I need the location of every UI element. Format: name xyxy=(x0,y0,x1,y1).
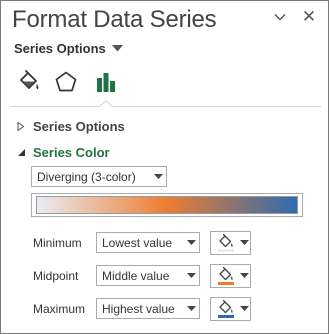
maximum-color-picker[interactable] xyxy=(210,297,251,321)
color-type-value: Diverging (3-color) xyxy=(37,169,136,184)
maximum-label: Maximum xyxy=(33,302,86,316)
chevron-down-icon xyxy=(274,13,286,21)
gradient-preview xyxy=(31,193,303,217)
chevron-down-icon xyxy=(150,173,166,180)
chevron-down-icon xyxy=(240,273,249,279)
format-data-series-pane: Format Data Series ✕ Series Options Seri… xyxy=(0,0,329,334)
chevron-down-icon xyxy=(183,305,199,312)
expand-arrow-icon xyxy=(17,122,29,131)
tab-series-options[interactable] xyxy=(89,65,123,99)
collapse-arrow-icon xyxy=(17,148,29,157)
maximum-value: Highest value xyxy=(102,301,175,316)
section-series-options[interactable]: Series Options xyxy=(17,119,125,134)
color-type-select[interactable]: Diverging (3-color) xyxy=(31,166,167,187)
tab-fill-line[interactable] xyxy=(13,65,47,99)
chevron-down-icon xyxy=(240,306,249,312)
midpoint-color-picker[interactable] xyxy=(210,264,251,288)
section-series-color[interactable]: Series Color xyxy=(17,145,110,160)
paint-bucket-icon xyxy=(218,299,234,318)
minimum-value-select[interactable]: Lowest value xyxy=(96,232,200,253)
paint-bucket-icon xyxy=(218,233,234,252)
series-options-dropdown-label: Series Options xyxy=(14,41,106,56)
paint-bucket-icon xyxy=(218,266,234,285)
minimum-label: Minimum xyxy=(33,236,82,250)
close-button[interactable]: ✕ xyxy=(297,6,321,28)
minimum-color-picker[interactable] xyxy=(210,231,251,255)
midpoint-value-select[interactable]: Middle value xyxy=(96,265,200,286)
caret-down-icon xyxy=(111,45,123,52)
series-options-chart-icon xyxy=(97,73,115,92)
section-series-color-label: Series Color xyxy=(33,145,110,160)
midpoint-label: Midpoint xyxy=(33,269,79,283)
chevron-down-icon xyxy=(183,239,199,246)
pane-options-button[interactable] xyxy=(269,7,291,27)
selected-tab-indicator xyxy=(99,100,113,108)
maximum-value-select[interactable]: Highest value xyxy=(96,298,200,319)
pane-title: Format Data Series xyxy=(12,6,217,33)
series-options-dropdown[interactable]: Series Options xyxy=(14,41,123,56)
effects-icon xyxy=(55,71,77,92)
chevron-down-icon xyxy=(240,240,249,246)
tab-divider xyxy=(11,106,321,107)
gradient-bar xyxy=(36,196,298,214)
close-icon: ✕ xyxy=(301,7,317,26)
section-series-options-label: Series Options xyxy=(33,119,125,134)
minimum-value: Lowest value xyxy=(102,235,173,250)
chevron-down-icon xyxy=(183,272,199,279)
fill-line-icon xyxy=(20,70,39,90)
tab-effects[interactable] xyxy=(49,65,83,99)
midpoint-value: Middle value xyxy=(102,268,170,283)
